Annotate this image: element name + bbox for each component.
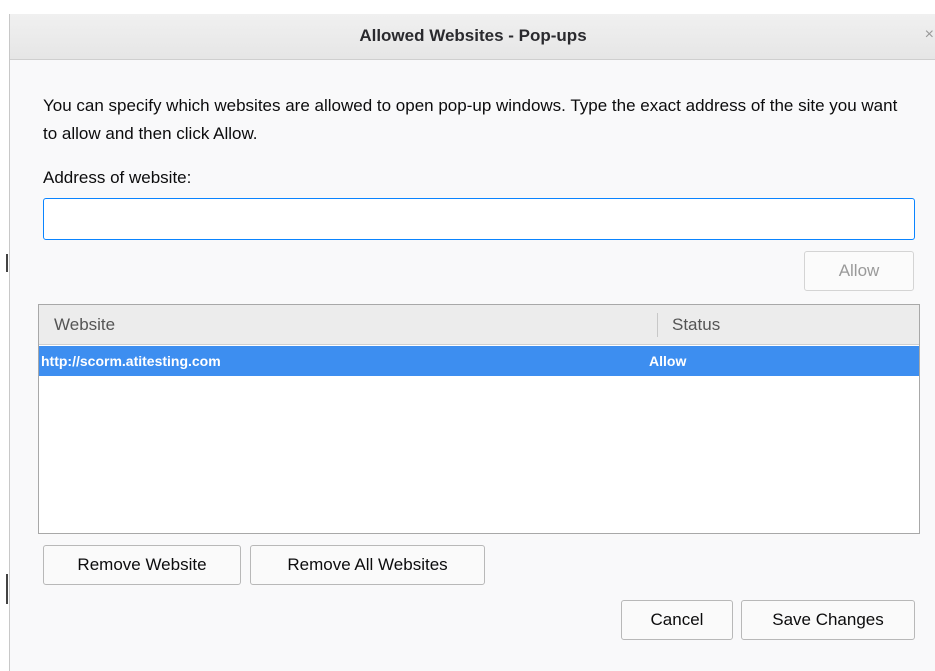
remove-all-websites-button[interactable]: Remove All Websites (250, 545, 485, 585)
save-changes-button[interactable]: Save Changes (741, 600, 915, 640)
column-header-website[interactable]: Website (54, 315, 115, 335)
dialog-title: Allowed Websites - Pop-ups (359, 26, 587, 45)
website-list[interactable]: Website Status http://scorm.atitesting.c… (38, 304, 920, 534)
screen: Allowed Websites - Pop-ups × You can spe… (0, 0, 935, 671)
cancel-button[interactable]: Cancel (621, 600, 733, 640)
edge-mark (6, 574, 8, 604)
allowed-websites-dialog: Allowed Websites - Pop-ups × You can spe… (9, 14, 935, 671)
column-header-status[interactable]: Status (672, 315, 720, 335)
dialog-titlebar: Allowed Websites - Pop-ups × (10, 14, 935, 60)
list-header: Website Status (39, 305, 919, 345)
close-icon[interactable]: × (925, 26, 934, 44)
background-window-edge (0, 14, 9, 671)
background-window-strip (0, 0, 935, 14)
address-input[interactable] (43, 198, 915, 240)
allow-button[interactable]: Allow (804, 251, 914, 291)
list-row-selected[interactable]: http://scorm.atitesting.com Allow (39, 346, 919, 376)
remove-website-button[interactable]: Remove Website (43, 545, 241, 585)
column-separator (657, 313, 658, 337)
edge-mark (6, 254, 8, 272)
row-status: Allow (649, 353, 687, 369)
dialog-description: You can specify which websites are allow… (43, 96, 898, 143)
address-label: Address of website: (43, 168, 192, 187)
row-website: http://scorm.atitesting.com (41, 353, 221, 369)
